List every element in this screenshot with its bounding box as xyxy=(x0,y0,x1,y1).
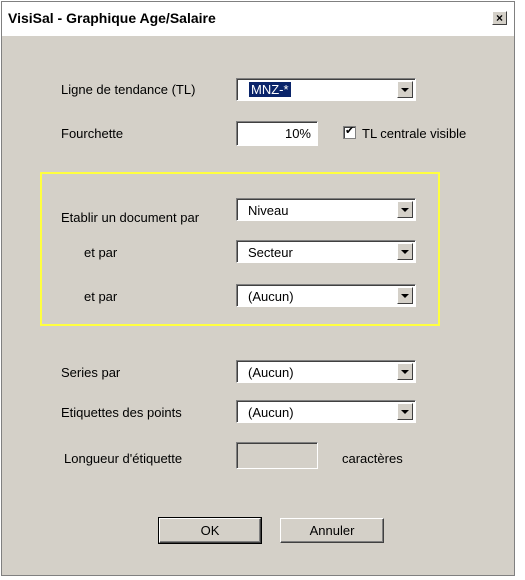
range-input[interactable]: 10% xyxy=(236,121,318,146)
dialog-window: VisiSal - Graphique Age/Salaire × Ligne … xyxy=(1,1,515,576)
chevron-down-icon[interactable] xyxy=(397,81,413,98)
document-by-label: Etablir un document par xyxy=(61,210,200,225)
chevron-down-icon[interactable] xyxy=(397,287,413,304)
point-labels-select[interactable]: (Aucun) xyxy=(236,400,416,423)
series-by-value: (Aucun) xyxy=(248,365,294,380)
trend-line-label: Ligne de tendance (TL) xyxy=(61,82,196,97)
and-by-2-select[interactable]: (Aucun) xyxy=(236,284,416,307)
label-length-unit: caractères xyxy=(342,451,403,466)
chevron-down-icon[interactable] xyxy=(397,403,413,420)
range-label: Fourchette xyxy=(61,126,124,141)
trend-line-value: MNZ-* xyxy=(249,82,291,97)
window-title: VisiSal - Graphique Age/Salaire xyxy=(8,10,216,26)
close-icon[interactable]: × xyxy=(492,11,507,25)
ok-button[interactable]: OK xyxy=(158,517,262,544)
cancel-button[interactable]: Annuler xyxy=(280,518,384,543)
document-by-select[interactable]: Niveau xyxy=(236,198,416,221)
tl-visible-label: TL centrale visible xyxy=(362,126,467,141)
title-bar: VisiSal - Graphique Age/Salaire × xyxy=(2,2,514,36)
label-length-label: Longueur d'étiquette xyxy=(64,451,183,466)
point-labels-label: Etiquettes des points xyxy=(61,405,182,420)
series-by-select[interactable]: (Aucun) xyxy=(236,360,416,383)
chevron-down-icon[interactable] xyxy=(397,201,413,218)
document-by-value: Niveau xyxy=(248,203,289,218)
and-by-1-label: et par xyxy=(84,245,118,260)
and-by-2-value: (Aucun) xyxy=(248,289,294,304)
chevron-down-icon[interactable] xyxy=(397,363,413,380)
point-labels-value: (Aucun) xyxy=(248,405,294,420)
and-by-1-select[interactable]: Secteur xyxy=(236,240,416,263)
range-value: 10% xyxy=(284,126,311,141)
and-by-2-label: et par xyxy=(84,289,118,304)
label-length-input[interactable] xyxy=(236,442,318,469)
and-by-1-value: Secteur xyxy=(248,245,293,260)
tl-visible-checkbox[interactable] xyxy=(343,124,356,139)
chevron-down-icon[interactable] xyxy=(397,243,413,260)
series-by-label: Series par xyxy=(61,365,121,380)
trend-line-select[interactable]: MNZ-* xyxy=(236,78,416,101)
